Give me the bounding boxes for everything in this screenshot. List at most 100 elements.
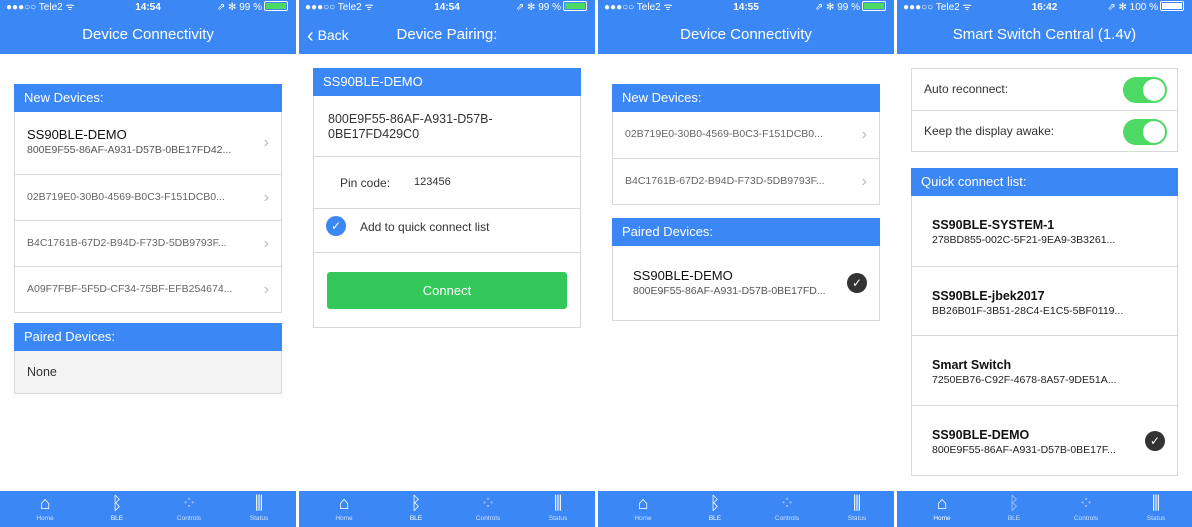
paired-devices-header: Paired Devices: <box>612 218 880 246</box>
keep-awake-toggle[interactable] <box>1123 119 1167 145</box>
divider <box>314 208 580 209</box>
tab-label: Controls <box>475 515 501 522</box>
status-right: ⇗ ✻ 100 % <box>1107 0 1184 16</box>
list-item[interactable]: B4C1761B-67D2-B94D-F73D-5DB9793F... › <box>613 158 879 204</box>
tab-bar: ⌂ Home ᛒ BLE ⁘ Controls ⫼ Status <box>0 491 296 527</box>
controls-icon: ⁘ <box>181 493 197 513</box>
pin-code-input[interactable]: 123456 <box>414 176 451 188</box>
list-item[interactable]: A09F7FBF-5F5D-CF34-75BF-EFB254674... › <box>15 266 281 312</box>
screen-smart-switch-central: ●●●○○ Tele2 ᯤ 16:42 ⇗ ✻ 100 % Smart Swit… <box>897 0 1192 527</box>
tab-controls[interactable]: ⁘ Controls <box>152 491 226 527</box>
tab-label: Status <box>548 515 568 522</box>
tab-status[interactable]: ⫼ Status <box>820 491 894 527</box>
pairing-form: 800E9F55-86AF-A931-D57B-0BE17FD429C0 Pin… <box>313 96 581 328</box>
paired-devices-list: SS90BLE-DEMO 800E9F55-86AF-A931-D57B-0BE… <box>612 246 880 321</box>
list-item[interactable]: SS90BLE-DEMO 800E9F55-86AF-A931-D57B-0BE… <box>15 112 281 174</box>
divider <box>314 156 580 157</box>
list-item[interactable]: SS90BLE-DEMO 800E9F55-86AF-A931-D57B-0BE… <box>912 405 1177 475</box>
paired-devices-header: Paired Devices: <box>14 323 282 351</box>
status-right: ⇗ ✻ 99 % <box>217 0 288 16</box>
battery-text: ⇗ ✻ 99 % <box>216 2 262 13</box>
device-name: SS90BLE-DEMO <box>27 127 127 142</box>
device-name: Smart Switch <box>932 358 1012 372</box>
status-icon: ⫼ <box>1151 493 1161 513</box>
new-devices-list: SS90BLE-DEMO 800E9F55-86AF-A931-D57B-0BE… <box>14 112 282 313</box>
keep-awake-row: Keep the display awake: <box>912 111 1177 152</box>
page-title: Smart Switch Central (1.4v) <box>952 26 1137 43</box>
tab-label: Home <box>335 515 353 522</box>
list-item[interactable]: SS90BLE-SYSTEM-1 278BD855-002C-5F21-9EA9… <box>912 196 1177 266</box>
page-title: Device Connectivity <box>82 26 214 43</box>
tab-bar: ⌂ Home ᛒ BLE ⁘ Controls ⫼ Status <box>897 491 1192 527</box>
tab-bar: ⌂ Home ᛒ BLE ⁘ Controls ⫼ Status <box>598 491 894 527</box>
new-devices-header: New Devices: <box>14 84 282 112</box>
chevron-right-icon: › <box>263 134 269 151</box>
list-item[interactable]: 02B719E0-30B0-4569-B0C3-F151DCB0... › <box>613 112 879 158</box>
list-item[interactable]: Smart Switch 7250EB76-C92F-4678-8A57-9DE… <box>912 335 1177 405</box>
device-uuid: 800E9F55-86AF-A931-D57B-0BE17FD429C0 <box>328 112 493 141</box>
settings-list: Auto reconnect: Keep the display awake: <box>911 68 1178 152</box>
tab-controls[interactable]: ⁘ Controls <box>451 491 525 527</box>
tab-ble[interactable]: ᛒ BLE <box>977 491 1051 527</box>
device-name-header: SS90BLE-DEMO <box>313 68 581 96</box>
nav-bar: Smart Switch Central (1.4v) <box>897 16 1192 54</box>
status-icon: ⫼ <box>553 493 563 513</box>
bluetooth-icon: ᛒ <box>410 493 422 513</box>
status-icon: ⫼ <box>852 493 862 513</box>
tab-home[interactable]: ⌂ Home <box>606 491 680 527</box>
tab-label: Status <box>847 515 867 522</box>
tab-ble[interactable]: ᛒ BLE <box>80 491 154 527</box>
paired-none-text: None <box>27 365 57 379</box>
page-title: Device Connectivity <box>680 26 812 43</box>
device-uuid: 800E9F55-86AF-A931-D57B-0BE17FD... <box>633 285 826 297</box>
tab-home[interactable]: ⌂ Home <box>905 491 979 527</box>
divider <box>314 252 580 253</box>
tab-label: BLE <box>110 515 124 522</box>
auto-reconnect-toggle[interactable] <box>1123 77 1167 103</box>
tab-controls[interactable]: ⁘ Controls <box>1049 491 1123 527</box>
tab-controls[interactable]: ⁘ Controls <box>750 491 824 527</box>
tab-status[interactable]: ⫼ Status <box>1119 491 1192 527</box>
battery-icon <box>264 1 288 11</box>
bluetooth-icon: ᛒ <box>709 493 721 513</box>
tab-status[interactable]: ⫼ Status <box>521 491 595 527</box>
tab-ble[interactable]: ᛒ BLE <box>379 491 453 527</box>
list-item[interactable]: SS90BLE-DEMO 800E9F55-86AF-A931-D57B-0BE… <box>613 246 879 320</box>
tab-status[interactable]: ⫼ Status <box>222 491 296 527</box>
battery-text: ⇗ ✻ 99 % <box>814 2 860 13</box>
nav-bar: Device Connectivity <box>0 16 296 54</box>
chevron-right-icon: › <box>861 126 867 143</box>
tab-label: Home <box>36 515 54 522</box>
tab-label: BLE <box>409 515 423 522</box>
tab-home[interactable]: ⌂ Home <box>8 491 82 527</box>
controls-icon: ⁘ <box>779 493 795 513</box>
tab-label: BLE <box>1007 515 1021 522</box>
tab-ble[interactable]: ᛒ BLE <box>678 491 752 527</box>
screen-device-pairing: ●●●○○ Tele2 ᯤ 14:54 ⇗ ✻ 99 % ‹ Back Devi… <box>299 0 595 527</box>
paired-devices-list: None <box>14 351 282 394</box>
quick-connect-checkbox[interactable]: ✓ <box>326 216 346 236</box>
battery-text: ⇗ ✻ 99 % <box>515 2 561 13</box>
device-uuid: 02B719E0-30B0-4569-B0C3-F151DCB0... <box>27 191 225 203</box>
device-name: SS90BLE-DEMO <box>633 268 733 283</box>
tab-label: Status <box>249 515 269 522</box>
back-button[interactable]: ‹ Back <box>307 16 349 55</box>
device-name: SS90BLE-SYSTEM-1 <box>932 218 1055 232</box>
device-uuid: A09F7FBF-5F5D-CF34-75BF-EFB254674... <box>27 283 233 295</box>
list-item[interactable]: SS90BLE-jbek2017 BB26B01F-3B51-28C4-E1C5… <box>912 266 1177 335</box>
device-name: SS90BLE-jbek2017 <box>932 289 1045 303</box>
battery-icon <box>1160 1 1184 11</box>
tab-label: Home <box>933 515 951 522</box>
status-bar: ●●●○○ Tele2 ᯤ 14:55 ⇗ ✻ 99 % <box>598 0 894 16</box>
tab-label: Controls <box>1073 515 1099 522</box>
battery-text: ⇗ ✻ 100 % <box>1107 2 1158 13</box>
pin-code-label: Pin code: <box>340 176 391 190</box>
tab-home[interactable]: ⌂ Home <box>307 491 381 527</box>
auto-reconnect-label: Auto reconnect: <box>924 82 1009 96</box>
list-item[interactable]: B4C1761B-67D2-B94D-F73D-5DB9793F... › <box>15 220 281 266</box>
home-icon: ⌂ <box>936 493 948 513</box>
list-item[interactable]: 02B719E0-30B0-4569-B0C3-F151DCB0... › <box>15 174 281 220</box>
connect-button[interactable]: Connect <box>327 272 567 309</box>
checkmark-icon: ✓ <box>847 273 867 293</box>
device-uuid: 7250EB76-C92F-4678-8A57-9DE51A... <box>932 374 1117 386</box>
